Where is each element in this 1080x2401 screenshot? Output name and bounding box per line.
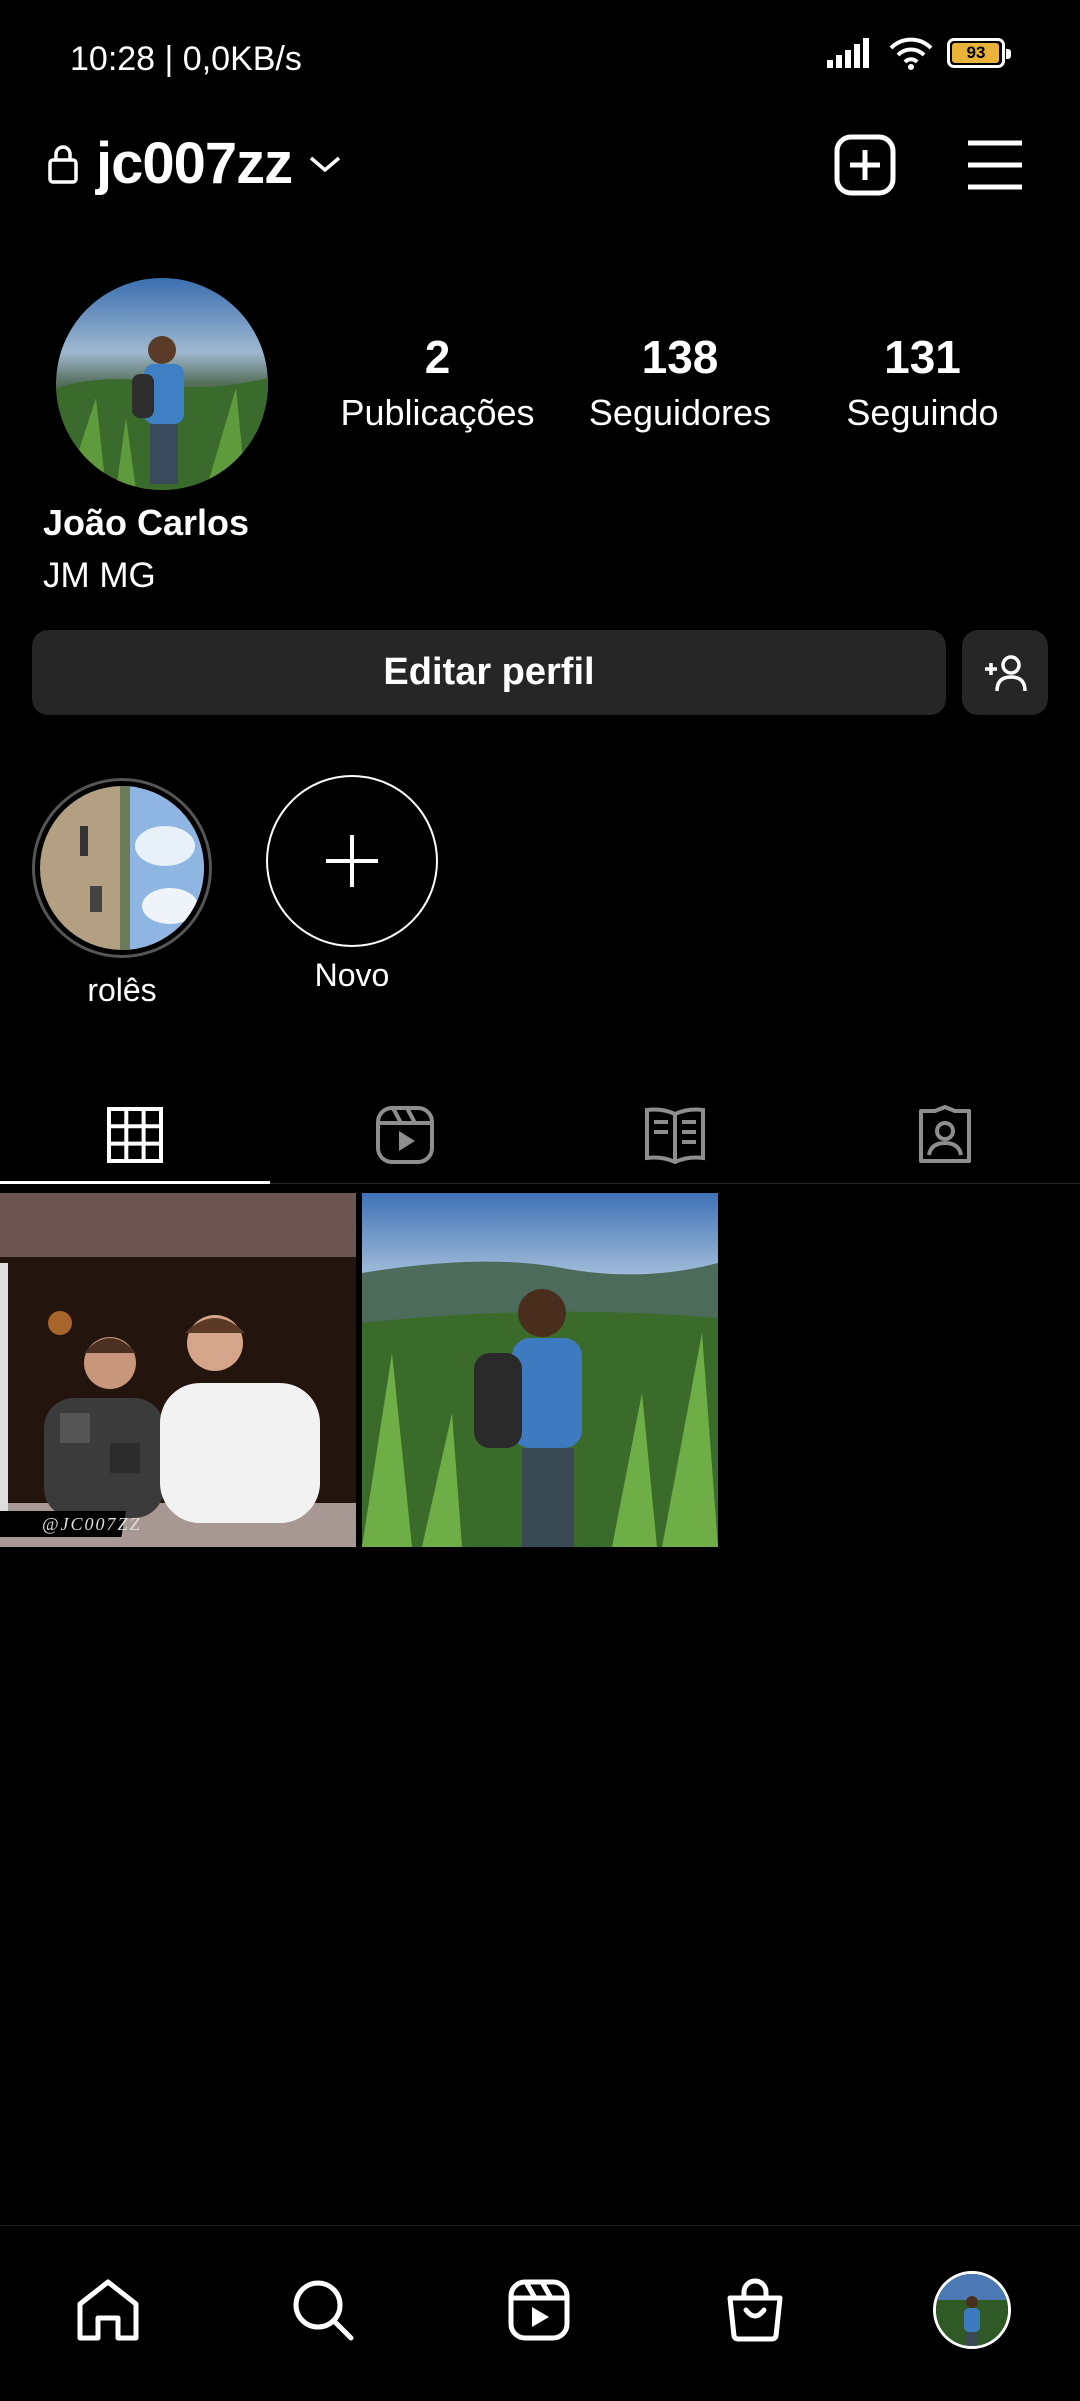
- profile-bio: JM MG: [43, 556, 156, 595]
- tab-tagged[interactable]: [810, 1085, 1080, 1185]
- discover-people-button[interactable]: [962, 630, 1048, 715]
- add-user-icon: [985, 654, 1027, 691]
- post-watermark: @JC007ZZ: [42, 1514, 142, 1534]
- stat-label: Seguidores: [588, 392, 772, 433]
- stat-label: Publicações: [340, 392, 535, 433]
- reels-icon: [508, 2279, 570, 2341]
- highlight-cover: [40, 786, 204, 950]
- stat-value: 2: [424, 331, 451, 383]
- grid-icon: [107, 1107, 163, 1163]
- highlight-ring: [32, 778, 212, 958]
- profile-avatar: [933, 2271, 1011, 2349]
- tab-guides[interactable]: [540, 1085, 810, 1185]
- active-tab-indicator: [0, 1181, 270, 1184]
- stat-following[interactable]: 131 Seguindo: [820, 330, 1025, 434]
- nav-reels[interactable]: [479, 2250, 599, 2370]
- profile-name: João Carlos: [43, 502, 250, 543]
- new-post-icon: [834, 134, 896, 196]
- profile-avatar[interactable]: [56, 278, 268, 490]
- lock-icon: [48, 144, 78, 184]
- reels-icon: [376, 1106, 434, 1164]
- nav-shop[interactable]: [695, 2250, 815, 2370]
- battery-icon: 93: [947, 38, 1011, 68]
- battery-level: 93: [966, 43, 986, 62]
- account-switcher[interactable]: jc007zz: [46, 130, 342, 197]
- tab-reels[interactable]: [270, 1085, 540, 1185]
- edit-profile-button[interactable]: Editar perfil: [32, 630, 946, 715]
- wifi-icon: [889, 37, 933, 70]
- highlight-label: rolês: [87, 972, 157, 1008]
- highlight-roles[interactable]: rolês: [32, 778, 212, 1009]
- chevron-down-icon: [310, 156, 341, 172]
- stat-followers[interactable]: 138 Seguidores: [575, 330, 785, 434]
- tab-grid[interactable]: [0, 1085, 270, 1185]
- stat-posts[interactable]: 2 Publicações: [330, 330, 545, 434]
- post-thumbnail[interactable]: @JC007ZZ: [0, 1193, 356, 1547]
- stat-value: 138: [641, 331, 719, 383]
- stat-value: 131: [884, 331, 961, 383]
- username: jc007zz: [96, 131, 293, 196]
- nav-search[interactable]: [263, 2250, 383, 2370]
- search-icon: [293, 2280, 354, 2341]
- nav-home[interactable]: [48, 2250, 168, 2370]
- highlight-label: Novo: [314, 957, 390, 993]
- plus-icon: [326, 835, 378, 887]
- highlight-ring: [266, 775, 438, 947]
- tagged-icon: [919, 1105, 971, 1163]
- new-post-button[interactable]: [830, 130, 900, 200]
- signal-icon: [827, 38, 869, 68]
- stat-label: Seguindo: [846, 392, 999, 433]
- status-time: 10:28 | 0,0KB/s: [70, 40, 302, 78]
- home-icon: [77, 2279, 139, 2341]
- highlight-new[interactable]: Novo: [266, 775, 438, 994]
- guides-icon: [645, 1107, 705, 1164]
- menu-button[interactable]: [960, 135, 1030, 195]
- post-thumbnail[interactable]: [362, 1193, 718, 1547]
- nav-profile[interactable]: [912, 2250, 1032, 2370]
- shop-icon: [727, 2278, 783, 2342]
- menu-icon: [968, 140, 1022, 190]
- status-icons: 93: [827, 36, 1011, 70]
